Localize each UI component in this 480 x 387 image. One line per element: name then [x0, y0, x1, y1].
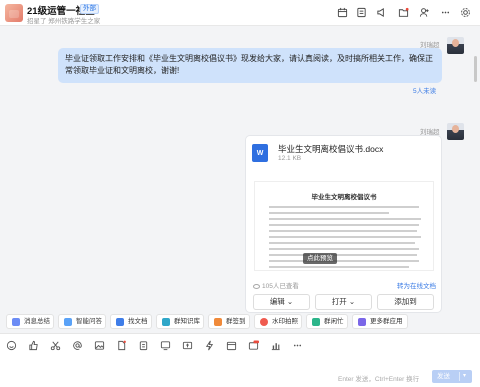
clipboard-icon[interactable]	[138, 340, 149, 351]
preview-button[interactable]: 点此预览	[303, 253, 337, 264]
preview-line	[269, 224, 419, 226]
money-icon[interactable]	[182, 340, 193, 351]
avatar[interactable]	[447, 123, 464, 140]
chat-header: 21级运管一社区 外部 招星了 郑州铁路学生之家	[0, 0, 480, 26]
status-icon	[312, 318, 320, 326]
list-icon[interactable]	[355, 6, 367, 18]
group-app-toolbar: 消息总结 智能问答 找文档 群知识库 群签到 水印拍照 群闲忙 更多群应用	[0, 314, 480, 330]
summary-icon	[12, 318, 20, 326]
check-in-icon	[214, 318, 222, 326]
chevron-down-icon[interactable]: ▾	[463, 370, 466, 383]
file-icon[interactable]	[116, 340, 127, 351]
screen-icon[interactable]	[160, 340, 171, 351]
settings-icon[interactable]	[459, 6, 471, 18]
chart-icon[interactable]	[270, 340, 281, 351]
qa-icon	[64, 318, 72, 326]
preview-line	[269, 254, 417, 256]
message-bubble[interactable]: 毕业证领取工作安排和《毕业生文明离校倡议书》现发给大家，请认真阅读，及时搞所相关…	[58, 48, 442, 83]
tool-smart-qa[interactable]: 智能问答	[58, 314, 106, 329]
scissors-icon[interactable]	[50, 340, 61, 351]
calendar-icon[interactable]	[336, 6, 348, 18]
send-hint: Enter 发送，Ctrl+Enter 换行	[338, 376, 420, 383]
preview-title: 毕业生文明离校倡议书	[311, 193, 377, 201]
preview-line	[269, 248, 419, 250]
preview-line	[269, 266, 409, 268]
tool-check-in[interactable]: 群签到	[208, 314, 250, 329]
external-tag: 外部	[80, 4, 99, 14]
tool-message-summary[interactable]: 消息总结	[6, 314, 54, 329]
preview-line	[269, 260, 419, 262]
calendar-icon[interactable]	[226, 340, 237, 351]
preview-line	[269, 236, 421, 238]
group-subtitle: 招星了 郑州铁路学生之家	[27, 18, 101, 25]
scrollbar[interactable]	[474, 56, 477, 82]
tool-knowledge-base[interactable]: 群知识库	[156, 314, 204, 329]
mention-icon[interactable]	[72, 340, 83, 351]
add-member-icon[interactable]	[418, 6, 430, 18]
preview-line	[269, 230, 417, 232]
open-button[interactable]: 打开 ⌄	[315, 294, 372, 310]
thumb-icon[interactable]	[28, 340, 39, 351]
word-file-icon: W	[252, 144, 268, 162]
flash-icon[interactable]	[204, 340, 215, 351]
file-card[interactable]: W 毕业生文明离校倡议书.docx 12.1 KB 毕业生文明离校倡议书 点此预…	[245, 135, 442, 313]
camera-icon	[260, 318, 268, 326]
emoji-icon[interactable]	[6, 340, 17, 351]
send-divider	[459, 372, 460, 381]
preview-line	[269, 242, 415, 244]
view-count-label: 105人已查看	[262, 283, 299, 290]
add-to-button[interactable]: 添加到	[377, 294, 434, 310]
file-preview[interactable]: 毕业生文明离校倡议书 点此预览	[254, 181, 434, 271]
preview-line	[269, 206, 419, 208]
folder-icon[interactable]	[397, 6, 409, 18]
edit-button[interactable]: 编辑 ⌄	[253, 294, 310, 310]
tool-more-apps[interactable]: 更多群应用	[352, 314, 408, 329]
convert-online-link[interactable]: 转为在线文档	[397, 280, 436, 290]
tool-find-docs[interactable]: 找文档	[110, 314, 152, 329]
message-input-area[interactable]: Enter 发送，Ctrl+Enter 换行 发送 ▾	[0, 333, 480, 387]
view-count: 105人已查看	[253, 280, 299, 290]
image-icon[interactable]	[94, 340, 105, 351]
knowledge-icon	[162, 318, 170, 326]
file-size: 12.1 KB	[278, 155, 302, 162]
tool-busy-status[interactable]: 群闲忙	[306, 314, 348, 329]
group-avatar[interactable]	[5, 4, 23, 22]
doc-search-icon	[116, 318, 124, 326]
send-label: 发送	[437, 373, 450, 380]
more-icon[interactable]	[439, 6, 451, 18]
eye-icon	[253, 283, 260, 289]
apps-icon	[358, 318, 366, 326]
tool-watermark-photo[interactable]: 水印拍照	[254, 314, 302, 329]
preview-line	[269, 212, 389, 214]
announcement-icon[interactable]	[375, 6, 387, 18]
preview-line	[269, 218, 421, 220]
read-status[interactable]: 5人未读	[413, 85, 436, 95]
more-icon[interactable]	[292, 340, 303, 351]
live-icon[interactable]	[248, 340, 259, 351]
send-button[interactable]: 发送 ▾	[432, 370, 472, 383]
file-name[interactable]: 毕业生文明离校倡议书.docx	[278, 143, 383, 155]
avatar[interactable]	[447, 37, 464, 54]
